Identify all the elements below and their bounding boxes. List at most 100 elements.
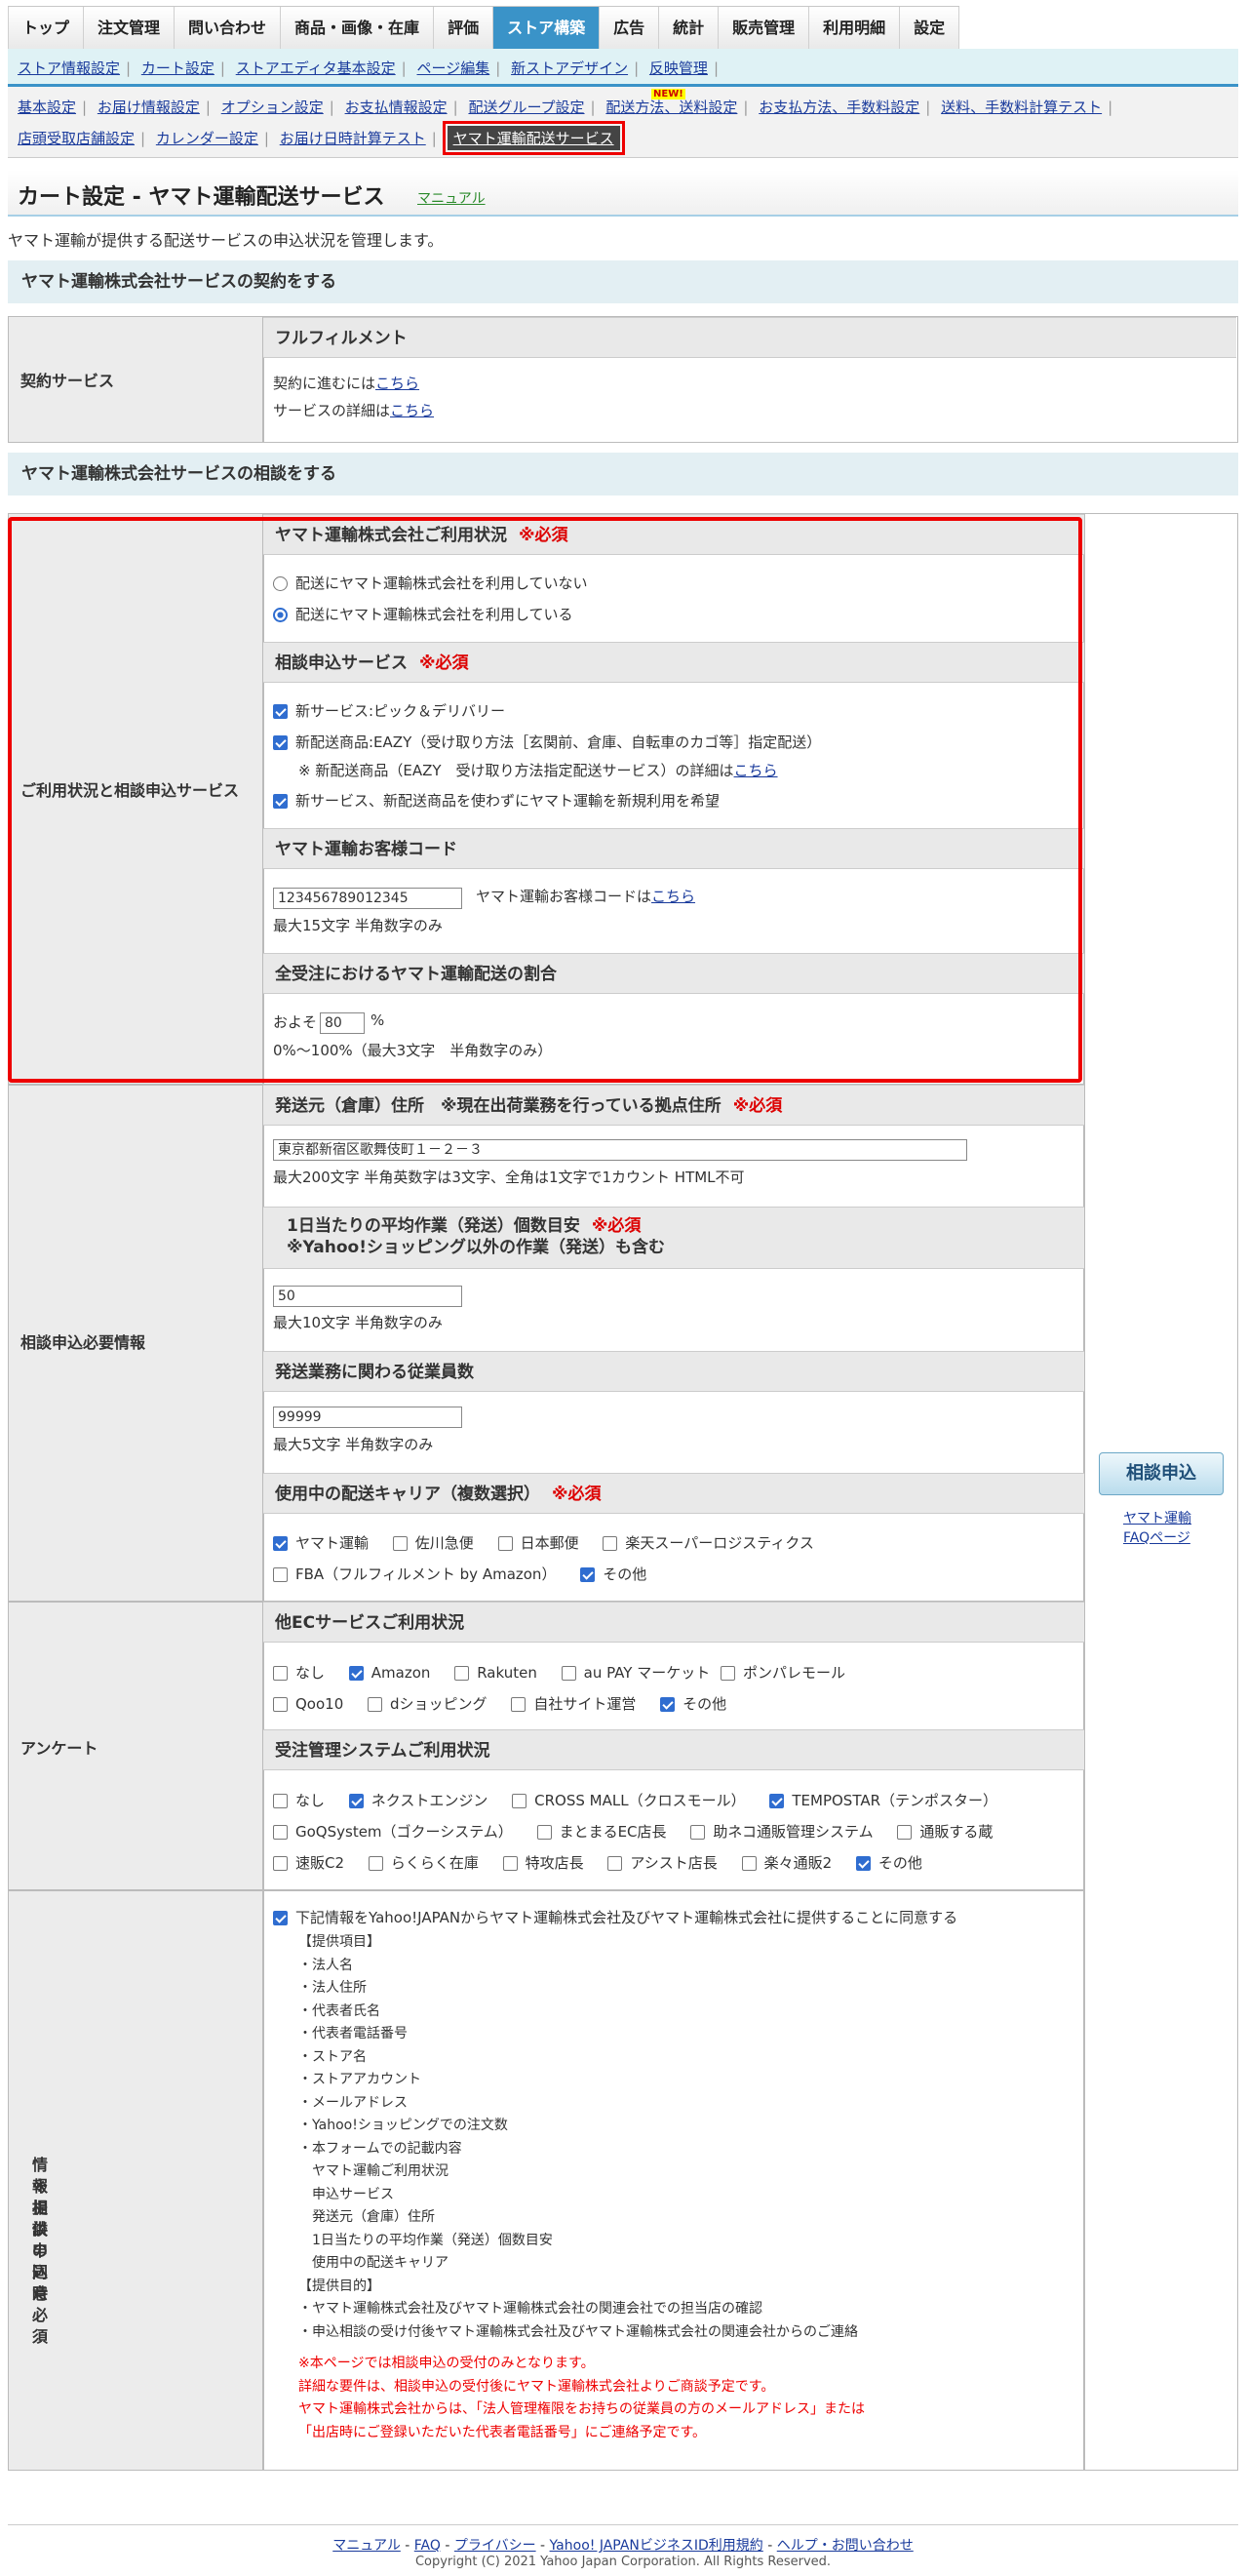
carrier-yamato[interactable]: ヤマト運輸 (273, 1534, 369, 1552)
service-detail-link[interactable]: こちら (390, 402, 434, 419)
carrier-fba[interactable]: FBA（フルフィルメント by Amazon） (273, 1565, 556, 1583)
nav-orders[interactable]: 注文管理 (84, 7, 176, 49)
footer-manual[interactable]: マニュアル (332, 2538, 401, 2554)
checkbox-icon[interactable] (511, 1697, 526, 1712)
checkbox-icon[interactable] (454, 1666, 470, 1681)
checkbox-icon[interactable] (273, 1567, 288, 1582)
subnav-new-design[interactable]: 新ストアデザイン (511, 59, 628, 77)
footer-privacy[interactable]: プライバシー (454, 2538, 536, 2554)
ec-none[interactable]: なし (273, 1664, 325, 1682)
sys-matomaru[interactable]: まとまるEC店長 (536, 1823, 667, 1841)
subnav-store-info[interactable]: ストア情報設定 (18, 59, 120, 77)
ec-ponpare[interactable]: ポンパレモール (721, 1664, 845, 1682)
ec-own-site[interactable]: 自社サイト運営 (511, 1695, 636, 1713)
employee-input[interactable]: 99999 (273, 1407, 462, 1428)
checkbox-icon[interactable] (273, 1856, 288, 1871)
consent-checkbox[interactable]: 下記情報をYahoo!JAPANからヤマト運輸株式会社及びヤマト運輸株式会社に提… (273, 1907, 957, 1927)
checkbox-icon[interactable] (273, 1697, 288, 1712)
nav-inquiries[interactable]: 問い合わせ (175, 7, 282, 49)
nav-reviews[interactable]: 評価 (434, 7, 494, 49)
sys-tempostar[interactable]: TEMPOSTAR（テンポスター） (769, 1792, 997, 1809)
checkbox-icon[interactable] (348, 1666, 364, 1681)
checkbox-icon[interactable] (603, 1536, 618, 1551)
checkbox-icon[interactable] (855, 1856, 871, 1871)
ec-other[interactable]: その他 (660, 1695, 726, 1713)
ec-rakuten[interactable]: Rakuten (454, 1664, 537, 1682)
checkbox-icon[interactable] (502, 1856, 518, 1871)
menu-shipping-method[interactable]: 配送方法、送料設定 (605, 99, 737, 116)
ec-amazon[interactable]: Amazon (348, 1664, 430, 1682)
sys-crossmall[interactable]: CROSS MALL（クロスモール） (512, 1792, 746, 1809)
contract-link[interactable]: こちら (375, 375, 419, 392)
footer-faq[interactable]: FAQ (414, 2538, 441, 2554)
carrier-japanpost[interactable]: 日本郵便 (497, 1534, 579, 1552)
sys-none[interactable]: なし (273, 1792, 325, 1809)
checkbox-icon[interactable] (368, 1697, 383, 1712)
ec-aupay[interactable]: au PAY マーケット (561, 1664, 710, 1682)
menu-payment-info[interactable]: お支払情報設定 (345, 99, 448, 116)
nav-store-build[interactable]: ストア構築 (493, 7, 601, 49)
menu-payment-fee[interactable]: お支払方法、手数料設定 (759, 99, 919, 116)
avg-count-input[interactable]: 50 (273, 1286, 462, 1307)
menu-calendar[interactable]: カレンダー設定 (156, 130, 258, 147)
checkbox-icon[interactable] (512, 1794, 527, 1808)
subnav-cart-settings[interactable]: カート設定 (141, 59, 214, 77)
checkbox-icon[interactable] (348, 1794, 364, 1808)
checkbox-icon[interactable] (273, 1794, 288, 1808)
checkbox-icon[interactable] (741, 1856, 757, 1871)
subnav-publish[interactable]: 反映管理 (649, 59, 708, 77)
ec-dshopping[interactable]: dショッピング (368, 1695, 488, 1713)
menu-fee-test[interactable]: 送料、手数料計算テスト (941, 99, 1102, 116)
nav-settings[interactable]: 設定 (900, 7, 960, 49)
sys-other[interactable]: その他 (855, 1854, 922, 1872)
menu-delivery-date-test[interactable]: お届け日時計算テスト (280, 130, 426, 147)
sys-tsuhansurukura[interactable]: 通販する蔵 (897, 1823, 993, 1841)
checkbox-icon[interactable] (690, 1825, 706, 1840)
yamato-faq-link-2[interactable]: FAQページ (1123, 1527, 1190, 1547)
menu-basic[interactable]: 基本設定 (18, 99, 76, 116)
checkbox-icon[interactable] (721, 1666, 735, 1681)
nav-ads[interactable]: 広告 (600, 7, 660, 49)
checkbox-icon[interactable] (561, 1666, 576, 1681)
sys-rakuraku[interactable]: らくらく在庫 (368, 1854, 479, 1872)
carrier-sagawa[interactable]: 佐川急便 (392, 1534, 474, 1552)
checkbox-icon[interactable] (769, 1794, 785, 1808)
checkbox-icon[interactable] (368, 1856, 383, 1871)
checkbox-icon[interactable] (392, 1536, 408, 1551)
sys-assist[interactable]: アシスト店長 (607, 1854, 718, 1872)
checkbox-icon[interactable] (273, 1666, 288, 1681)
checkbox-icon[interactable] (273, 1825, 288, 1840)
sys-nextengine[interactable]: ネクストエンジン (348, 1792, 488, 1809)
subnav-editor-basic[interactable]: ストアエディタ基本設定 (236, 59, 396, 77)
sys-tokkou[interactable]: 特攻店長 (502, 1854, 584, 1872)
checkbox-icon[interactable] (607, 1856, 623, 1871)
checkbox-icon[interactable] (497, 1536, 513, 1551)
checkbox-icon[interactable] (580, 1567, 596, 1582)
apply-button[interactable]: 相談申込 (1099, 1452, 1224, 1495)
menu-delivery-group[interactable]: 配送グループ設定 (468, 99, 584, 116)
menu-yamato-active[interactable]: ヤマト運輸配送サービス (442, 121, 625, 155)
sys-sokuhan[interactable]: 速販C2 (273, 1854, 344, 1872)
sys-goqsystem[interactable]: GoQSystem（ゴクーシステム） (273, 1823, 513, 1841)
checkbox-icon[interactable] (273, 1536, 288, 1551)
sys-rakuraku2[interactable]: 楽々通販2 (741, 1854, 832, 1872)
sys-sukeneko[interactable]: 助ネコ通販管理システム (690, 1823, 874, 1841)
yamato-faq-link-1[interactable]: ヤマト運輸 (1123, 1508, 1191, 1527)
nav-billing[interactable]: 利用明細 (809, 7, 901, 49)
menu-options[interactable]: オプション設定 (221, 99, 324, 116)
manual-link[interactable]: マニュアル (417, 188, 486, 208)
checkbox-icon[interactable] (660, 1697, 676, 1712)
checkbox-icon[interactable] (273, 1911, 288, 1925)
nav-products[interactable]: 商品・画像・在庫 (281, 7, 435, 49)
ec-qoo10[interactable]: Qoo10 (273, 1695, 343, 1713)
subnav-page-edit[interactable]: ページ編集 (417, 59, 490, 77)
checkbox-icon[interactable] (536, 1825, 552, 1840)
carrier-rakuten-logi[interactable]: 楽天スーパーロジスティクス (603, 1534, 814, 1552)
footer-help[interactable]: ヘルプ・お問い合わせ (777, 2538, 914, 2554)
footer-terms[interactable]: Yahoo! JAPANビジネスID利用規約 (550, 2538, 763, 2554)
nav-top[interactable]: トップ (8, 7, 85, 49)
menu-pickup-store[interactable]: 店頭受取店舗設定 (18, 130, 135, 147)
address-input[interactable]: 東京都新宿区歌舞伎町１－２－３ (273, 1139, 967, 1161)
menu-delivery-info[interactable]: お届け情報設定 (98, 99, 200, 116)
checkbox-icon[interactable] (897, 1825, 913, 1840)
